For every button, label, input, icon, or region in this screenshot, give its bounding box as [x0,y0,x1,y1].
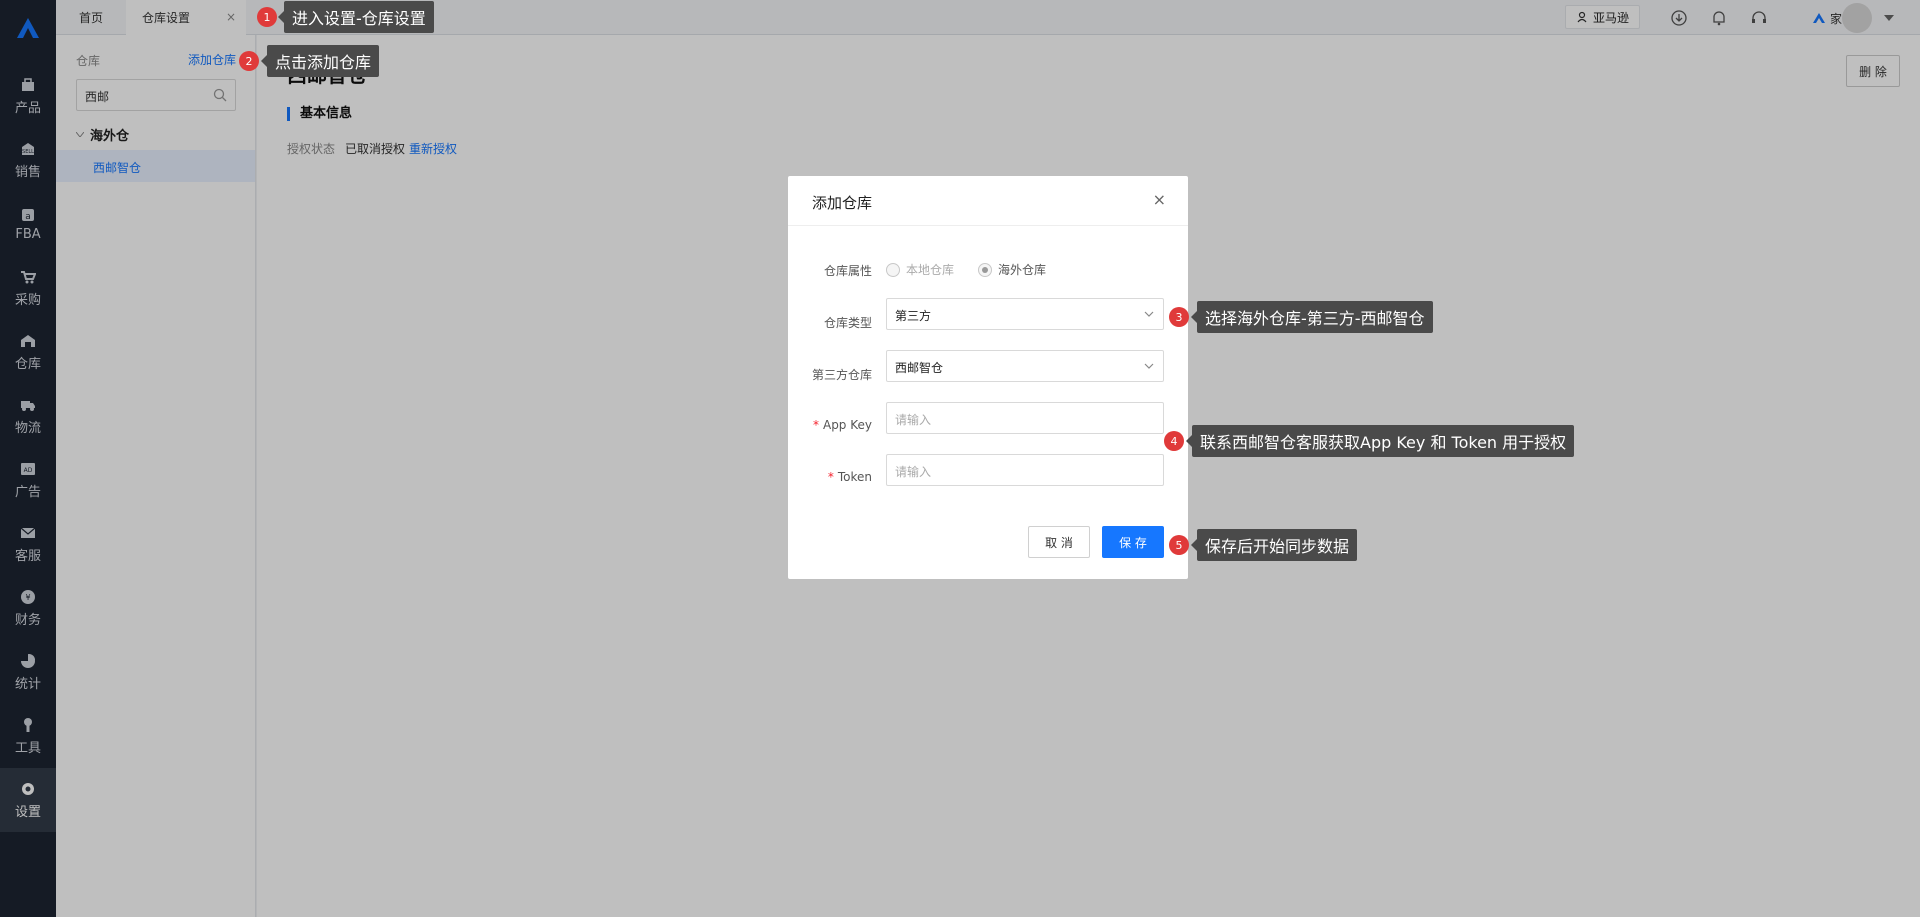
cancel-button[interactable]: 取 消 [1028,526,1090,558]
appkey-label-text: App Key [822,418,872,432]
radio-local-warehouse[interactable]: 本地仓库 [886,261,954,278]
radio-circle [886,262,900,277]
guide-tip: 保存后开始同步数据 [1190,529,1358,561]
radio-label: 本地仓库 [906,263,955,277]
select-value: 第三方 [895,309,932,323]
modal-header: 添加仓库 × [788,176,1188,226]
warehouse-attr-label: 仓库属性 [823,264,872,278]
guide-badge: 3 [1169,307,1189,327]
modal-title: 添加仓库 [812,194,873,212]
guide-tip: 联系西邮智仓客服获取App Key 和 Token 用于授权 [1185,425,1575,457]
warehouse-type-label: 仓库类型 [823,316,872,330]
chevron-down-icon [1143,360,1155,375]
guide-tip: 进入设置-仓库设置 [278,1,434,33]
warehouse-type-select[interactable]: 第三方 [886,298,1164,330]
add-warehouse-modal: 添加仓库 × 仓库属性 本地仓库 海外仓库 仓库类型 第三方 第三方仓库 西邮智… [788,176,1188,579]
appkey-input[interactable]: 请输入 [886,402,1164,434]
guide-tip: 选择海外仓库-第三方-西邮智仓 [1191,301,1433,333]
appkey-label: * App Key [788,418,872,432]
save-button[interactable]: 保 存 [1102,526,1164,558]
guide-badge: 5 [1169,535,1189,555]
token-placeholder: 请输入 [895,465,932,479]
chevron-down-icon [1143,308,1155,323]
guide-tip: 点击添加仓库 [260,45,380,77]
close-icon[interactable]: × [1153,192,1166,208]
radio-circle [978,262,992,277]
required-mark: * [827,470,834,484]
token-label: * Token [788,470,872,484]
token-input[interactable]: 请输入 [886,454,1164,486]
token-label-text: Token [837,470,872,484]
guide-badge: 1 [257,7,277,27]
third-party-select[interactable]: 西邮智仓 [886,350,1164,382]
appkey-placeholder: 请输入 [895,413,932,427]
radio-overseas-warehouse[interactable]: 海外仓库 [978,261,1046,278]
select-value: 西邮智仓 [895,361,944,375]
required-mark: * [812,418,819,432]
guide-badge: 4 [1164,431,1184,451]
guide-badge: 2 [239,51,259,71]
third-party-label: 第三方仓库 [811,368,872,382]
radio-label: 海外仓库 [998,263,1047,277]
